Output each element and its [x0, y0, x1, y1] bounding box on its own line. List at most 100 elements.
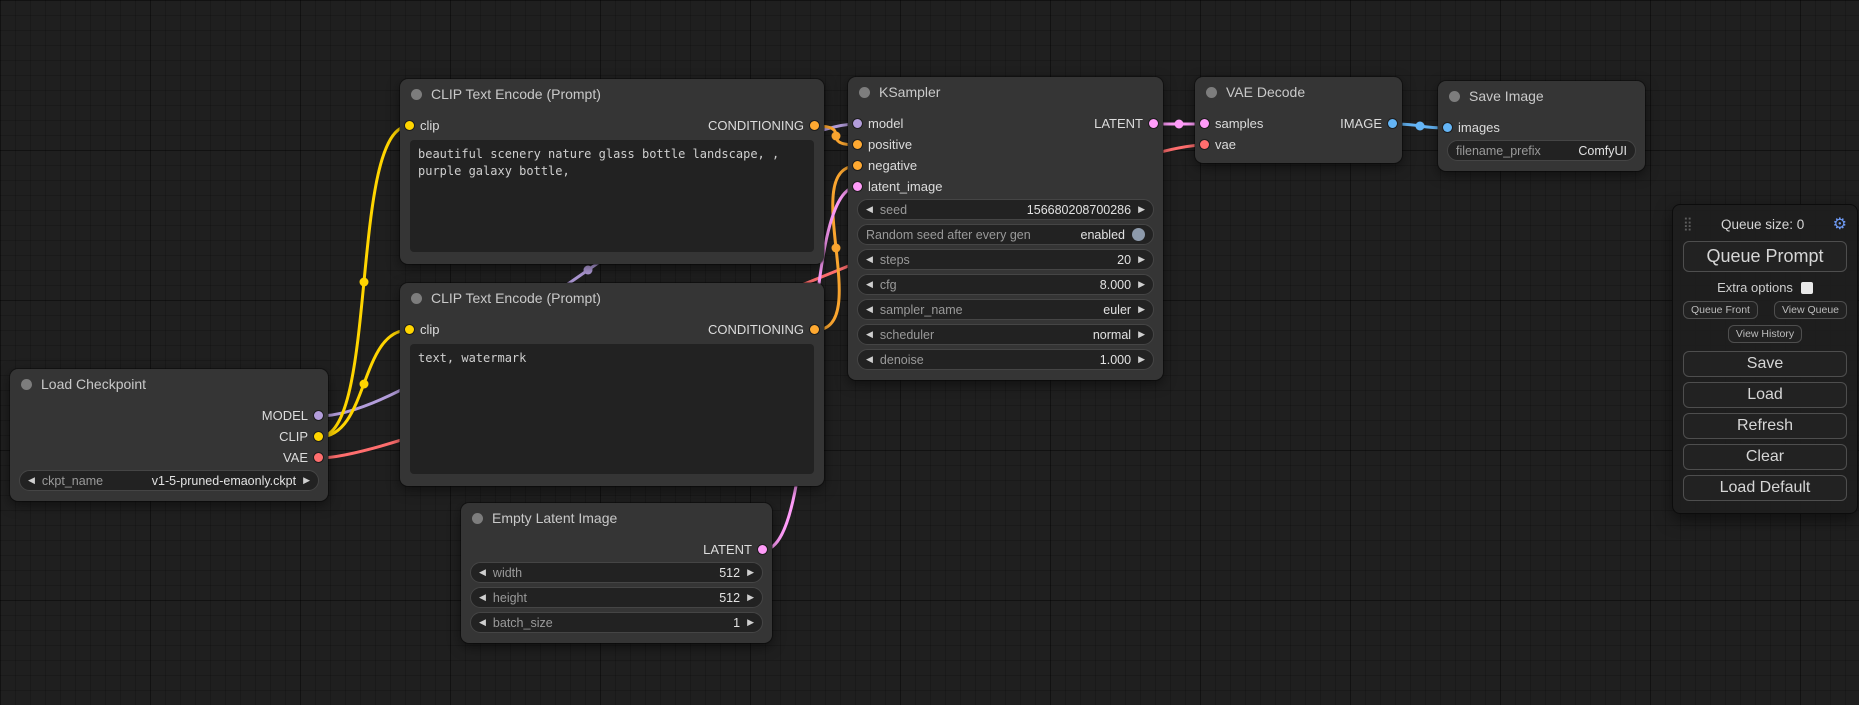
latent-image-input-dot[interactable] [853, 182, 862, 191]
scheduler-widget[interactable]: ◀ scheduler normal ▶ [857, 324, 1154, 345]
input-slot-clip[interactable]: clip [405, 118, 440, 133]
node-title-bar[interactable]: Save Image [1438, 81, 1645, 111]
queue-front-button[interactable]: Queue Front [1683, 301, 1758, 319]
samples-input-dot[interactable] [1200, 119, 1209, 128]
cfg-widget[interactable]: ◀ cfg 8.000 ▶ [857, 274, 1154, 295]
arrow-right-icon[interactable]: ▶ [747, 618, 754, 627]
load-default-button[interactable]: Load Default [1683, 475, 1847, 501]
node-title-bar[interactable]: Empty Latent Image [461, 503, 772, 533]
arrow-left-icon[interactable]: ◀ [866, 330, 873, 339]
arrow-left-icon[interactable]: ◀ [479, 568, 486, 577]
filename-prefix-widget[interactable]: filename_prefix ComfyUI [1447, 140, 1636, 161]
output-slot-conditioning[interactable]: CONDITIONING [708, 118, 819, 133]
arrow-right-icon[interactable]: ▶ [1138, 255, 1145, 264]
collapse-dot-icon[interactable] [411, 89, 422, 100]
node-title-bar[interactable]: KSampler [848, 77, 1163, 107]
seed-widget[interactable]: ◀ seed 156680208700286 ▶ [857, 199, 1154, 220]
queue-prompt-button[interactable]: Queue Prompt [1683, 241, 1847, 272]
collapse-dot-icon[interactable] [411, 293, 422, 304]
positive-input-dot[interactable] [853, 140, 862, 149]
node-ksampler[interactable]: KSampler model LATENT positive [848, 77, 1163, 380]
images-input-dot[interactable] [1443, 123, 1452, 132]
width-widget[interactable]: ◀ width 512 ▶ [470, 562, 763, 583]
steps-widget[interactable]: ◀ steps 20 ▶ [857, 249, 1154, 270]
collapse-dot-icon[interactable] [21, 379, 32, 390]
collapse-dot-icon[interactable] [1449, 91, 1460, 102]
latent-output-dot[interactable] [758, 545, 767, 554]
arrow-left-icon[interactable]: ◀ [866, 205, 873, 214]
collapse-dot-icon[interactable] [859, 87, 870, 98]
vae-output-dot[interactable] [314, 453, 323, 462]
arrow-left-icon[interactable]: ◀ [866, 280, 873, 289]
view-queue-button[interactable]: View Queue [1774, 301, 1847, 319]
input-slot-clip[interactable]: clip [405, 322, 440, 337]
output-slot-conditioning[interactable]: CONDITIONING [708, 322, 819, 337]
conditioning-output-dot[interactable] [810, 325, 819, 334]
height-widget[interactable]: ◀ height 512 ▶ [470, 587, 763, 608]
image-output-dot[interactable] [1388, 119, 1397, 128]
output-slot-model[interactable]: MODEL [262, 408, 323, 423]
input-slot-samples[interactable]: samples [1200, 116, 1263, 131]
latent-output-dot[interactable] [1149, 119, 1158, 128]
arrow-right-icon[interactable]: ▶ [747, 593, 754, 602]
node-empty-latent-image[interactable]: Empty Latent Image LATENT ◀ width 512 ▶ … [461, 503, 772, 643]
arrow-left-icon[interactable]: ◀ [866, 255, 873, 264]
output-slot-latent[interactable]: LATENT [1094, 116, 1158, 131]
arrow-left-icon[interactable]: ◀ [866, 305, 873, 314]
node-save-image[interactable]: Save Image images filename_prefix ComfyU… [1438, 81, 1645, 171]
node-title-bar[interactable]: CLIP Text Encode (Prompt) [400, 79, 824, 109]
collapse-dot-icon[interactable] [472, 513, 483, 524]
queue-menu-panel[interactable]: ⣿ Queue size: 0 ⚙ Queue Prompt Extra opt… [1672, 204, 1858, 514]
arrow-right-icon[interactable]: ▶ [1138, 205, 1145, 214]
random-seed-toggle-widget[interactable]: Random seed after every gen enabled [857, 224, 1154, 245]
extra-options-checkbox[interactable] [1801, 282, 1813, 294]
collapse-dot-icon[interactable] [1206, 87, 1217, 98]
toggle-dot-icon[interactable] [1132, 228, 1145, 241]
drag-handle-icon[interactable]: ⣿ [1683, 216, 1693, 232]
output-slot-latent[interactable]: LATENT [703, 542, 767, 557]
arrow-right-icon[interactable]: ▶ [303, 476, 310, 485]
node-clip-text-encode-positive[interactable]: CLIP Text Encode (Prompt) clip CONDITION… [400, 79, 824, 264]
negative-input-dot[interactable] [853, 161, 862, 170]
node-title-bar[interactable]: VAE Decode [1195, 77, 1402, 107]
sampler-name-widget[interactable]: ◀ sampler_name euler ▶ [857, 299, 1154, 320]
conditioning-output-dot[interactable] [810, 121, 819, 130]
input-slot-negative[interactable]: negative [853, 158, 917, 173]
ckpt-name-widget[interactable]: ◀ ckpt_name v1-5-pruned-emaonly.ckpt ▶ [19, 470, 319, 491]
clip-input-dot[interactable] [405, 325, 414, 334]
arrow-right-icon[interactable]: ▶ [1138, 305, 1145, 314]
refresh-button[interactable]: Refresh [1683, 413, 1847, 439]
batch-size-widget[interactable]: ◀ batch_size 1 ▶ [470, 612, 763, 633]
node-vae-decode[interactable]: VAE Decode samples IMAGE vae [1195, 77, 1402, 163]
prompt-textarea[interactable]: text, watermark [410, 344, 814, 474]
node-title-bar[interactable]: CLIP Text Encode (Prompt) [400, 283, 824, 313]
arrow-right-icon[interactable]: ▶ [1138, 330, 1145, 339]
arrow-left-icon[interactable]: ◀ [866, 355, 873, 364]
node-title-bar[interactable]: Load Checkpoint [10, 369, 328, 399]
input-slot-vae[interactable]: vae [1200, 137, 1236, 152]
arrow-right-icon[interactable]: ▶ [747, 568, 754, 577]
output-slot-clip[interactable]: CLIP [279, 429, 323, 444]
view-history-button[interactable]: View History [1728, 325, 1802, 343]
node-graph-canvas[interactable]: Load Checkpoint MODEL CLIP VAE [0, 0, 1859, 705]
node-load-checkpoint[interactable]: Load Checkpoint MODEL CLIP VAE [10, 369, 328, 501]
arrow-left-icon[interactable]: ◀ [28, 476, 35, 485]
model-input-dot[interactable] [853, 119, 862, 128]
settings-gear-icon[interactable]: ⚙ [1833, 214, 1847, 234]
input-slot-latent-image[interactable]: latent_image [853, 179, 942, 194]
arrow-right-icon[interactable]: ▶ [1138, 280, 1145, 289]
output-slot-vae[interactable]: VAE [283, 450, 323, 465]
model-output-dot[interactable] [314, 411, 323, 420]
vae-input-dot[interactable] [1200, 140, 1209, 149]
clear-button[interactable]: Clear [1683, 444, 1847, 470]
prompt-textarea[interactable]: beautiful scenery nature glass bottle la… [410, 140, 814, 252]
clip-input-dot[interactable] [405, 121, 414, 130]
output-slot-image[interactable]: IMAGE [1340, 116, 1397, 131]
arrow-left-icon[interactable]: ◀ [479, 593, 486, 602]
input-slot-positive[interactable]: positive [853, 137, 912, 152]
load-button[interactable]: Load [1683, 382, 1847, 408]
arrow-left-icon[interactable]: ◀ [479, 618, 486, 627]
denoise-widget[interactable]: ◀ denoise 1.000 ▶ [857, 349, 1154, 370]
arrow-right-icon[interactable]: ▶ [1138, 355, 1145, 364]
input-slot-images[interactable]: images [1443, 120, 1500, 135]
